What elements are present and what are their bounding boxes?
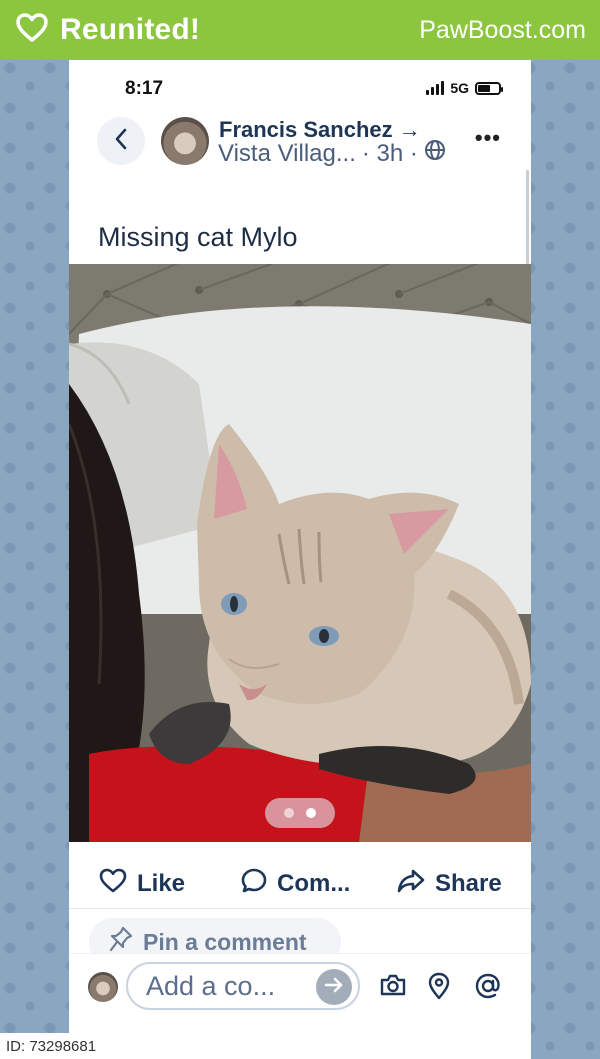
like-label: Like xyxy=(137,870,186,897)
signal-icon xyxy=(426,81,445,95)
user-avatar xyxy=(88,972,118,1002)
carousel-dot-active[interactable] xyxy=(306,808,316,818)
globe-icon xyxy=(424,139,446,168)
post-age: · 3h · xyxy=(361,139,418,167)
author-avatar[interactable] xyxy=(161,117,209,165)
comment-composer xyxy=(69,953,531,1019)
location-icon[interactable] xyxy=(427,972,451,1005)
back-chevron-icon xyxy=(114,128,128,155)
cat-photo[interactable] xyxy=(69,264,531,842)
post-location[interactable]: Vista Villag... xyxy=(218,140,356,168)
heart-icon xyxy=(16,12,48,48)
share-icon xyxy=(397,868,425,901)
share-label: Share xyxy=(435,870,502,897)
pin-label: Pin a comment xyxy=(143,928,307,955)
banner-title: Reunited! xyxy=(60,13,201,46)
carousel-dot[interactable] xyxy=(284,808,294,818)
post-title: Missing cat Mylo xyxy=(98,222,298,252)
like-button[interactable]: Like xyxy=(99,868,185,901)
comment-input[interactable] xyxy=(146,970,306,1002)
post-actions: Like Com... Share xyxy=(69,860,531,908)
comment-icon xyxy=(241,868,267,901)
at-icon[interactable] xyxy=(474,972,502,1005)
back-button[interactable] xyxy=(97,117,145,165)
network-label: 5G xyxy=(450,80,469,96)
more-icon[interactable]: ••• xyxy=(475,125,501,151)
listing-id: ID: 73298681 xyxy=(0,1033,103,1059)
comment-button[interactable]: Com... xyxy=(241,868,350,901)
status-bar: 8:17 5G xyxy=(69,78,531,102)
camera-icon[interactable] xyxy=(379,972,407,1003)
post-header: Francis Sanchez → Vista Villag... · 3h ·… xyxy=(69,115,531,175)
reunited-banner: Reunited! PawBoost.com xyxy=(0,0,600,60)
post-meta: Vista Villag... · 3h · xyxy=(218,139,446,168)
status-time: 8:17 xyxy=(125,78,164,99)
divider xyxy=(69,908,531,909)
phone-screenshot: 8:17 5G Francis Sanchez → Vista Villag..… xyxy=(69,60,531,1059)
carousel-indicator[interactable] xyxy=(265,798,335,828)
heart-outline-icon xyxy=(99,868,127,901)
share-button[interactable]: Share xyxy=(397,868,502,901)
send-arrow-icon xyxy=(324,976,344,999)
comment-label: Com... xyxy=(277,870,351,897)
brand-name: PawBoost.com xyxy=(419,15,586,44)
comment-input-box[interactable] xyxy=(126,962,360,1010)
battery-icon xyxy=(475,81,503,95)
send-button[interactable] xyxy=(316,969,352,1005)
